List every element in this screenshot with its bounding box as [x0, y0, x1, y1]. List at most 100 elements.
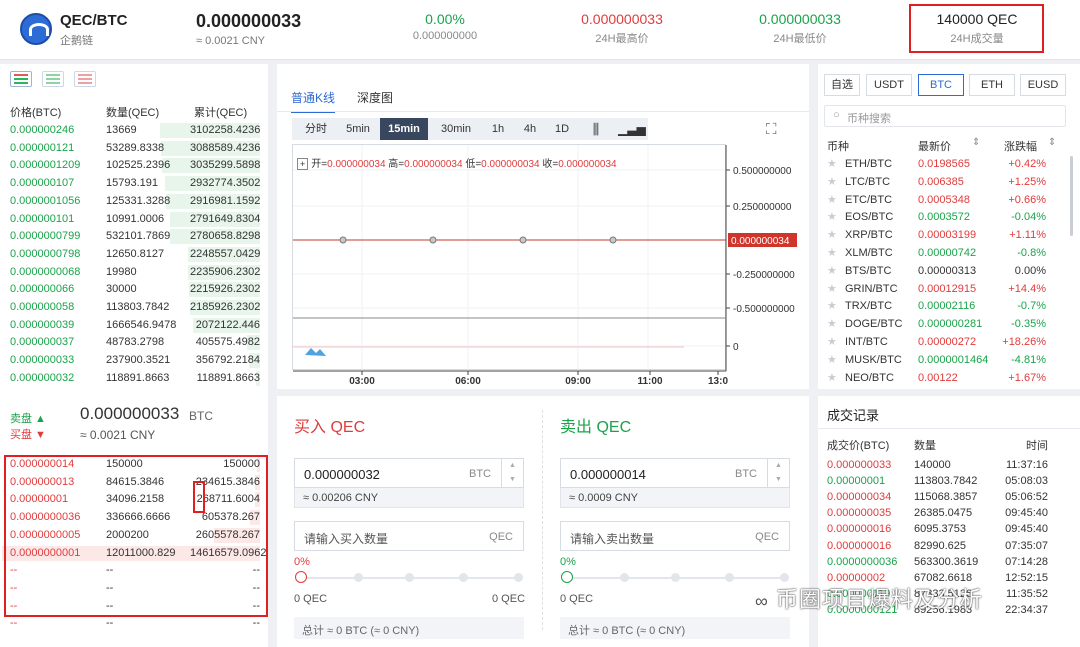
- buy-slider-100[interactable]: [514, 573, 523, 582]
- period-30min[interactable]: 30min: [432, 118, 480, 140]
- change-abs: 0.000000000: [412, 30, 478, 42]
- period-timeline[interactable]: 分时: [296, 118, 336, 140]
- market-row[interactable]: ★ INT/BTC 0.00000272 +18.26%: [818, 334, 1080, 352]
- market-row[interactable]: ★ ETC/BTC 0.0005348 +0.66%: [818, 192, 1080, 210]
- market-tab-usdt[interactable]: USDT: [866, 74, 912, 96]
- sell-price-cny-bar: ≈ 0.0009 CNY: [560, 488, 790, 508]
- market-search-input[interactable]: ○ 币种搜索: [824, 105, 1066, 127]
- favorite-star-icon[interactable]: ★: [827, 245, 837, 263]
- sell-side-label[interactable]: 卖盘 ▲: [10, 410, 46, 426]
- buy-order-row[interactable]: 0.000000058 113803.7842 2185926.2302: [0, 299, 268, 317]
- favorite-star-icon[interactable]: ★: [827, 192, 837, 210]
- buy-slider-25[interactable]: [354, 573, 363, 582]
- ob-header-price: 价格(BTC): [10, 107, 62, 119]
- buy-order-row[interactable]: 0.0000000068 19980 2235906.2302: [0, 264, 268, 282]
- market-row[interactable]: ★ XLM/BTC 0.00000742 -0.8%: [818, 245, 1080, 263]
- buy-order-row[interactable]: 0.0000001209 102525.2396 3035299.5898: [0, 157, 268, 175]
- fullscreen-icon[interactable]: ⛶: [766, 121, 777, 138]
- period-5min[interactable]: 5min: [338, 118, 378, 140]
- market-row[interactable]: ★ MUSK/BTC 0.0000001464 -4.81%: [818, 352, 1080, 370]
- sell-order-row[interactable]: -- -- --: [0, 615, 268, 633]
- buy-slider-75[interactable]: [459, 573, 468, 582]
- buy-order-row[interactable]: 0.0000000799 532101.7869 2780658.8298: [0, 228, 268, 246]
- period-15min[interactable]: 15min: [380, 118, 428, 140]
- market-tab-eusd[interactable]: EUSD: [1020, 74, 1066, 96]
- buy-order-row[interactable]: 0.000000037 48783.2798 405575.4982: [0, 334, 268, 352]
- buy-order-row[interactable]: 0.000000033 237900.3521 356792.2184: [0, 352, 268, 370]
- sell-slider-25[interactable]: [620, 573, 629, 582]
- indicator-icon[interactable]: ▁▃▅: [618, 118, 646, 140]
- orderbook-sell-view-icon[interactable]: [74, 71, 96, 87]
- market-row[interactable]: ★ LTC/BTC 0.006385 +1.25%: [818, 174, 1080, 192]
- buy-price-input[interactable]: 0.000000032 BTC ▲ ▼: [294, 458, 524, 488]
- market-tab-favorites[interactable]: 自选: [824, 74, 860, 96]
- market-row[interactable]: ★ DOGE/BTC 0.000000281 -0.35%: [818, 316, 1080, 334]
- period-1d[interactable]: 1D: [548, 118, 576, 140]
- buy-order-row[interactable]: 0.000000032 118891.8663 118891.8663: [0, 370, 268, 388]
- favorite-star-icon[interactable]: ★: [827, 263, 837, 281]
- sell-price-up-icon[interactable]: ▲: [768, 459, 789, 473]
- market-row[interactable]: ★ ETH/BTC 0.0198565 +0.42%: [818, 156, 1080, 174]
- sort-price-icon[interactable]: ⇕: [972, 137, 980, 148]
- favorite-star-icon[interactable]: ★: [827, 174, 837, 192]
- sell-slider-knob[interactable]: [561, 571, 573, 583]
- buy-price-stepper[interactable]: ▲ ▼: [501, 459, 523, 487]
- favorite-star-icon[interactable]: ★: [827, 281, 837, 299]
- sell-price-stepper[interactable]: ▲ ▼: [767, 459, 789, 487]
- market-row[interactable]: ★ EOS/BTC 0.0003572 -0.04%: [818, 209, 1080, 227]
- orderbook-both-view-icon[interactable]: [10, 71, 32, 87]
- market-tab-btc[interactable]: BTC: [918, 74, 964, 96]
- market-row[interactable]: ★ NEO/BTC 0.00122 +1.67%: [818, 370, 1080, 388]
- market-header-price[interactable]: 最新价: [918, 138, 951, 154]
- sell-amount-input[interactable]: 请输入卖出数量 QEC: [560, 521, 790, 551]
- buy-order-row[interactable]: 0.0000000798 12650.8127 2248557.0429: [0, 246, 268, 264]
- sort-change-icon[interactable]: ⇕: [1048, 137, 1056, 148]
- favorite-star-icon[interactable]: ★: [827, 298, 837, 316]
- buy-price-up-icon[interactable]: ▲: [502, 459, 523, 473]
- buy-amount-input[interactable]: 请输入买入数量 QEC: [294, 521, 524, 551]
- favorite-star-icon[interactable]: ★: [827, 370, 837, 388]
- favorite-star-icon[interactable]: ★: [827, 334, 837, 352]
- sell-price-down-icon[interactable]: ▼: [768, 473, 789, 487]
- buy-side-label[interactable]: 买盘 ▼: [10, 426, 46, 442]
- buy-order-row[interactable]: 0.000000246 13669 3102258.4236: [0, 122, 268, 140]
- high-stat: 0.000000033 24H最高价: [557, 11, 687, 46]
- tab-depth[interactable]: 深度图: [357, 89, 393, 106]
- favorite-star-icon[interactable]: ★: [827, 352, 837, 370]
- buy-order-row[interactable]: 0.000000121 53289.8338 3088589.4236: [0, 140, 268, 158]
- market-header-change[interactable]: 涨跌幅: [1004, 138, 1037, 154]
- sell-slider-50[interactable]: [671, 573, 680, 582]
- market-tab-eth[interactable]: ETH: [969, 74, 1015, 96]
- buy-order-row[interactable]: 0.0000001056 125331.3288 2916981.1592: [0, 193, 268, 211]
- buy-price-down-icon[interactable]: ▼: [502, 473, 523, 487]
- buy-slider-50[interactable]: [405, 573, 414, 582]
- market-row[interactable]: ★ TRX/BTC 0.00002116 -0.7%: [818, 298, 1080, 316]
- buy-order-row[interactable]: 0.000000066 30000 2215926.2302: [0, 281, 268, 299]
- sell-slider-100[interactable]: [780, 573, 789, 582]
- market-row[interactable]: ★ XRP/BTC 0.00003199 +1.11%: [818, 227, 1080, 245]
- market-row[interactable]: ★ BTS/BTC 0.00000313 0.00%: [818, 263, 1080, 281]
- sell-price-input[interactable]: 0.000000014 BTC ▲ ▼: [560, 458, 790, 488]
- ob-header-total: 累计(QEC): [194, 107, 248, 119]
- kline-chart[interactable]: 0.500000000 0.250000000 -0.250000000 -0.500…: [292, 144, 797, 387]
- trade-time: 22:34:37: [1005, 603, 1048, 616]
- buy-order-row[interactable]: 0.000000107 15793.191 2932774.3502: [0, 175, 268, 193]
- sell-available: 0 QEC: [560, 593, 594, 605]
- favorite-star-icon[interactable]: ★: [827, 156, 837, 174]
- buy-order-row[interactable]: 0.000000101 10991.0006 2791649.8304: [0, 211, 268, 229]
- tab-kline[interactable]: 普通K线: [291, 89, 336, 113]
- low-stat: 0.000000033 24H最低价: [735, 11, 865, 46]
- period-1h[interactable]: 1h: [484, 118, 512, 140]
- toggle-ohlc-icon[interactable]: +: [297, 158, 309, 170]
- candlestick-icon[interactable]: ⫼: [584, 118, 608, 140]
- period-4h[interactable]: 4h: [516, 118, 544, 140]
- favorite-star-icon[interactable]: ★: [827, 316, 837, 334]
- buy-total: 3035299.5898: [190, 159, 261, 172]
- orderbook-buy-view-icon[interactable]: [42, 71, 64, 87]
- buy-slider-knob[interactable]: [295, 571, 307, 583]
- sell-slider-75[interactable]: [725, 573, 734, 582]
- favorite-star-icon[interactable]: ★: [827, 227, 837, 245]
- favorite-star-icon[interactable]: ★: [827, 209, 837, 227]
- buy-order-row[interactable]: 0.000000039 1666546.9478 2072122.446: [0, 317, 268, 335]
- market-row[interactable]: ★ GRIN/BTC 0.00012915 +14.4%: [818, 281, 1080, 299]
